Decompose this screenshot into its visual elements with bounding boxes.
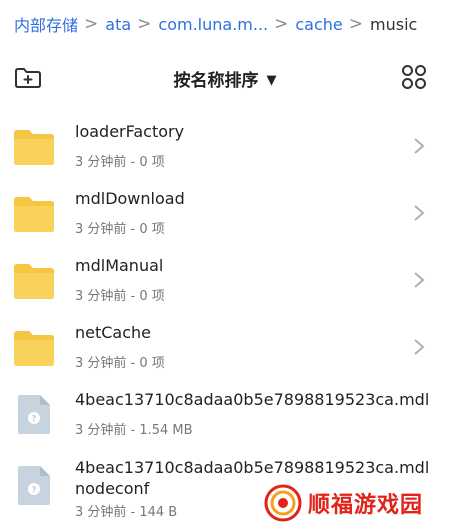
chevron-right-icon: [414, 272, 425, 288]
sort-dropdown[interactable]: 按名称排序 ▼: [0, 66, 450, 91]
breadcrumb-separator-icon: >: [137, 14, 152, 34]
watermark-logo-icon: [264, 484, 302, 522]
watermark: 顺福游戏园: [258, 476, 450, 530]
breadcrumb-item-com-luna[interactable]: com.luna.m...: [158, 15, 268, 34]
folder-icon: [14, 130, 54, 165]
file-list: loaderFactory 3 分钟前 - 0 项 mdlDownload 3 …: [0, 112, 450, 527]
breadcrumb-item-ata[interactable]: ata: [105, 15, 131, 34]
file-meta: 3 分钟前 - 0 项: [75, 289, 165, 304]
file-meta: 3 分钟前 - 1.54 MB: [75, 423, 193, 438]
breadcrumb-separator-icon: >: [84, 14, 99, 34]
file-name: netCache: [75, 323, 152, 342]
file-name: loaderFactory: [75, 122, 185, 141]
file-meta: 3 分钟前 - 0 项: [75, 356, 165, 371]
breadcrumb-item-current: music: [370, 14, 418, 34]
file-name: mdlManual: [75, 256, 164, 275]
file-meta: 3 分钟前 - 0 项: [75, 155, 165, 170]
svg-text:?: ?: [31, 415, 36, 425]
file-meta: 3 分钟前 - 0 项: [75, 222, 165, 237]
breadcrumb-separator-icon: >: [274, 14, 289, 34]
list-item-file[interactable]: ? 4beac13710c8adaa0b5e7898819523ca.mdl 3…: [0, 380, 450, 447]
chevron-right-icon: [414, 205, 425, 221]
caret-down-icon: ▼: [266, 73, 277, 88]
list-item-folder[interactable]: netCache 3 分钟前 - 0 项: [0, 313, 450, 380]
chevron-right-icon: [414, 138, 425, 154]
unknown-file-icon: ?: [18, 395, 50, 434]
breadcrumb: 内部存储 > ata > com.luna.m... > cache > mus…: [0, 0, 450, 48]
folder-icon: [14, 264, 54, 299]
folder-icon: [14, 331, 54, 366]
unknown-file-icon: ?: [18, 466, 50, 505]
watermark-text: 顺福游戏园: [308, 493, 424, 518]
toolbar: 按名称排序 ▼: [0, 52, 450, 104]
svg-text:?: ?: [31, 486, 36, 496]
grid-view-icon[interactable]: [401, 64, 427, 90]
list-item-folder[interactable]: mdlDownload 3 分钟前 - 0 项: [0, 179, 450, 246]
breadcrumb-item-cache[interactable]: cache: [295, 15, 342, 34]
sort-label: 按名称排序: [173, 71, 259, 91]
breadcrumb-separator-icon: >: [348, 14, 364, 34]
breadcrumb-item-internal-storage[interactable]: 内部存储: [14, 12, 78, 36]
chevron-right-icon: [414, 339, 425, 355]
file-name: 4beac13710c8adaa0b5e7898819523ca.mdl: [75, 390, 430, 409]
list-item-folder[interactable]: mdlManual 3 分钟前 - 0 项: [0, 246, 450, 313]
file-name: mdlDownload: [75, 189, 185, 208]
list-item-folder[interactable]: loaderFactory 3 分钟前 - 0 项: [0, 112, 450, 179]
file-meta: 3 分钟前 - 144 B: [75, 505, 178, 520]
folder-icon: [14, 197, 54, 232]
